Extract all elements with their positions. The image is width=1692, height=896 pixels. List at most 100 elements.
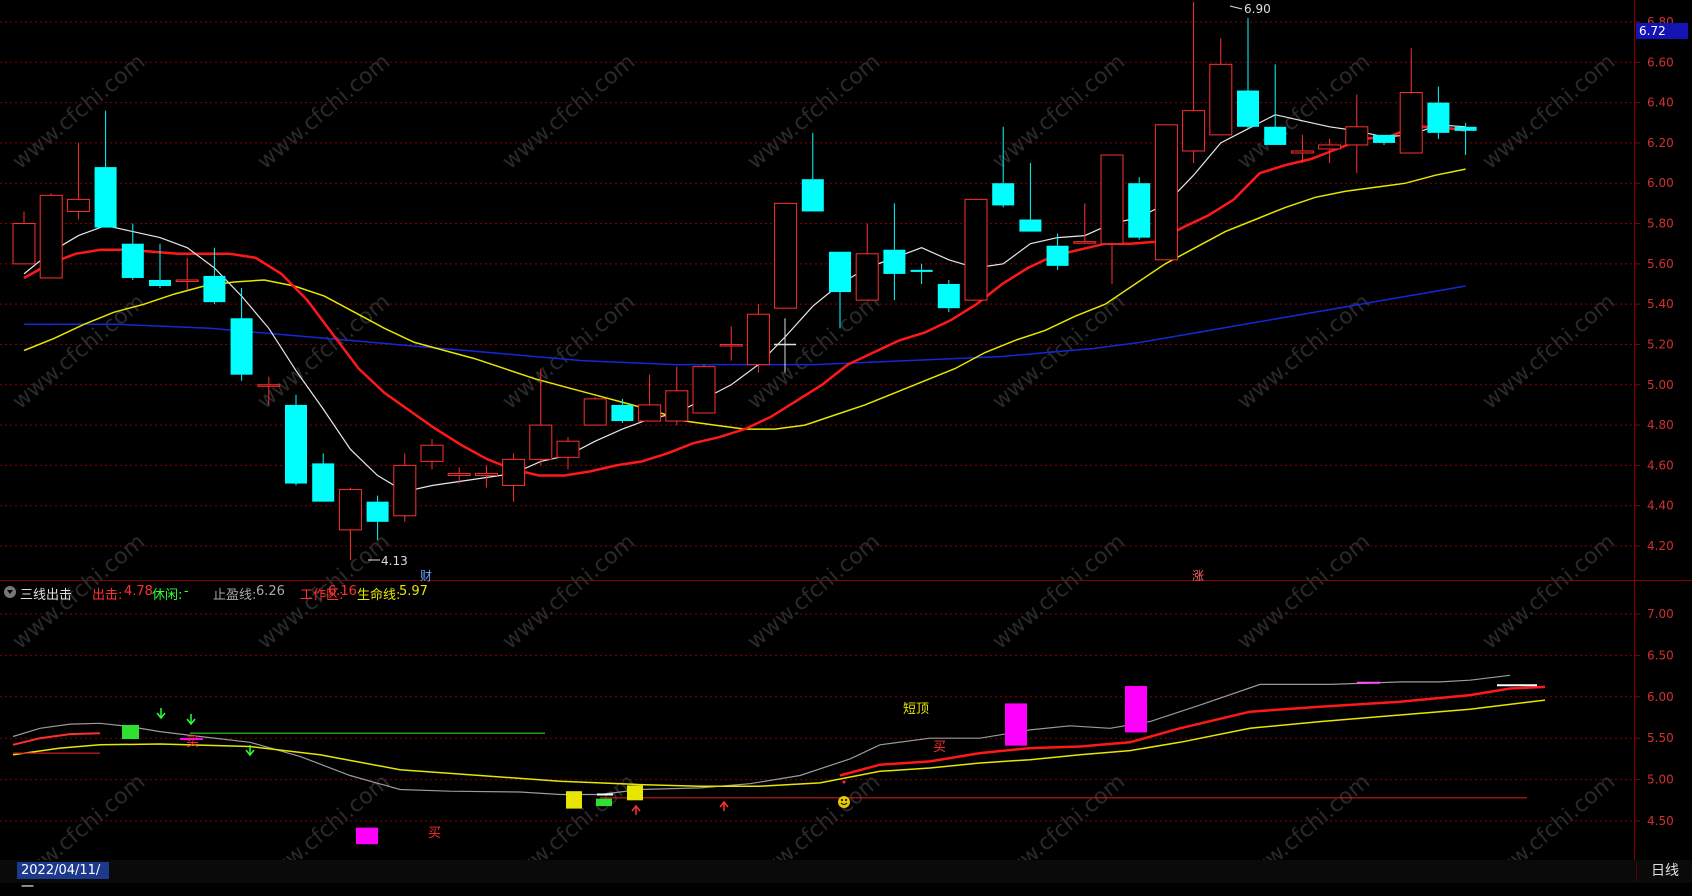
candle-body (883, 249, 906, 274)
sell-arrow-icon (156, 708, 166, 720)
candle (1237, 17, 1259, 129)
candle-body (746, 313, 770, 366)
candle (393, 453, 417, 522)
candle-body (447, 472, 471, 476)
candle-body (393, 464, 417, 517)
candle (1128, 177, 1151, 240)
watermark-text: www.cfchi.com (1478, 289, 1620, 414)
candle (1209, 38, 1233, 136)
candle-body (1182, 110, 1206, 152)
candlestick-series[interactable] (12, 1, 1477, 561)
candle (1373, 134, 1395, 145)
chart-canvas[interactable]: 6.806.606.406.206.005.805.605.405.205.00… (0, 0, 1692, 883)
candle (556, 437, 580, 470)
candle-body (1427, 102, 1450, 133)
candle (883, 203, 906, 301)
candle (447, 467, 471, 484)
indicator-red-line-a (12, 732, 101, 746)
signal-dot (842, 780, 846, 784)
watermark-text: www.cfchi.com (743, 49, 885, 174)
candle (420, 439, 444, 470)
candle (203, 247, 226, 305)
candle-body (502, 458, 526, 487)
signal-block-magenta (356, 827, 378, 845)
signal-block-magenta (1125, 686, 1147, 733)
gongzuo-value: 6.16 (328, 584, 357, 599)
indicator-tick-label: 6.00 (1647, 690, 1674, 704)
event-marker-zhang[interactable]: 涨 (1192, 568, 1204, 583)
candle-body (1399, 92, 1423, 154)
zhiying-label: 止盈线: (213, 588, 257, 603)
price-tick-label: 6.60 (1647, 55, 1674, 69)
candle (611, 398, 634, 424)
candle (1454, 122, 1477, 156)
shengming-value: 5.97 (399, 584, 428, 599)
signal-duanding: 短顶 (903, 702, 929, 717)
candle-body (312, 463, 335, 502)
candle-body (12, 223, 36, 265)
watermark-text: www.cfchi.com (498, 289, 640, 414)
candle (12, 211, 36, 265)
price-tick-label: 6.00 (1647, 176, 1674, 190)
indicator-tick-label: 6.50 (1647, 648, 1674, 662)
candle (583, 396, 607, 426)
price-tick-label: 4.40 (1647, 499, 1674, 513)
candle-body (203, 275, 226, 303)
event-marker-cai[interactable]: 财 (420, 569, 432, 583)
indicator-title-bar: 三线出击 出击: 4.78 休闲: - 止盈线: 6.26 工作区: 6.16 … (0, 582, 1634, 604)
candle (175, 257, 199, 291)
indicator-yellow-line (12, 699, 1546, 787)
signal-mai-3: 买 (933, 740, 946, 755)
candle-body (583, 398, 607, 426)
candle (230, 288, 253, 381)
buy-arrow-icon (719, 800, 729, 811)
candle-body (556, 440, 580, 458)
watermark-layer: www.cfchi.com www.cfchi.com www.cfchi.com w… (8, 49, 1620, 883)
candle-body (1454, 126, 1477, 131)
watermark-text: www.cfchi.com (1478, 49, 1620, 174)
watermark-text: www.cfchi.com (498, 49, 640, 174)
candle-body (175, 279, 199, 282)
candle (1154, 124, 1178, 261)
watermark-text: www.cfchi.com (253, 289, 395, 414)
price-tick-label: 4.60 (1647, 458, 1674, 472)
price-tick-label: 5.00 (1647, 378, 1674, 392)
zhiying-value: 6.26 (256, 584, 285, 599)
xiuxian-value: - (184, 584, 189, 599)
candle-body (39, 194, 63, 279)
candle-body (829, 251, 851, 293)
indicator-tick-label: 5.50 (1647, 731, 1674, 745)
sell-arrow-icon (186, 714, 196, 726)
svg-text:6.90: 6.90 (1244, 2, 1271, 16)
candle (121, 223, 144, 280)
candle-body (1019, 219, 1042, 232)
indicator-name[interactable]: 三线出击 (20, 584, 72, 603)
candle-body (611, 404, 634, 422)
candle-body (1128, 183, 1151, 238)
candle (910, 263, 933, 284)
indicator-tick-label: 7.00 (1647, 607, 1674, 621)
candle (692, 364, 716, 414)
candle (964, 198, 988, 301)
candle-body (338, 489, 362, 531)
candle (149, 243, 171, 289)
high-price-marker: 6.90 (1229, 2, 1271, 16)
candle (366, 495, 389, 540)
candle-body (66, 198, 90, 212)
signal-block-yellow (566, 791, 582, 809)
candle-body (1154, 124, 1178, 261)
candle-body (230, 318, 253, 375)
candle (66, 142, 90, 220)
candle (937, 279, 960, 313)
indicator-axis: 7.00 6.50 6.00 5.50 5.00 4.50 (1634, 607, 1674, 828)
indicator-tick-label: 5.00 (1647, 773, 1674, 787)
price-tick-label: 6.20 (1647, 136, 1674, 150)
period-selector-button[interactable]: 日线 (1636, 862, 1692, 881)
candle-body (910, 269, 933, 272)
candle-body (1237, 90, 1259, 127)
candle-body (1073, 241, 1097, 244)
candle-body (1290, 150, 1314, 154)
signal-block-green (122, 724, 139, 740)
ma-red-line (23, 125, 1466, 477)
candle (1264, 64, 1287, 145)
